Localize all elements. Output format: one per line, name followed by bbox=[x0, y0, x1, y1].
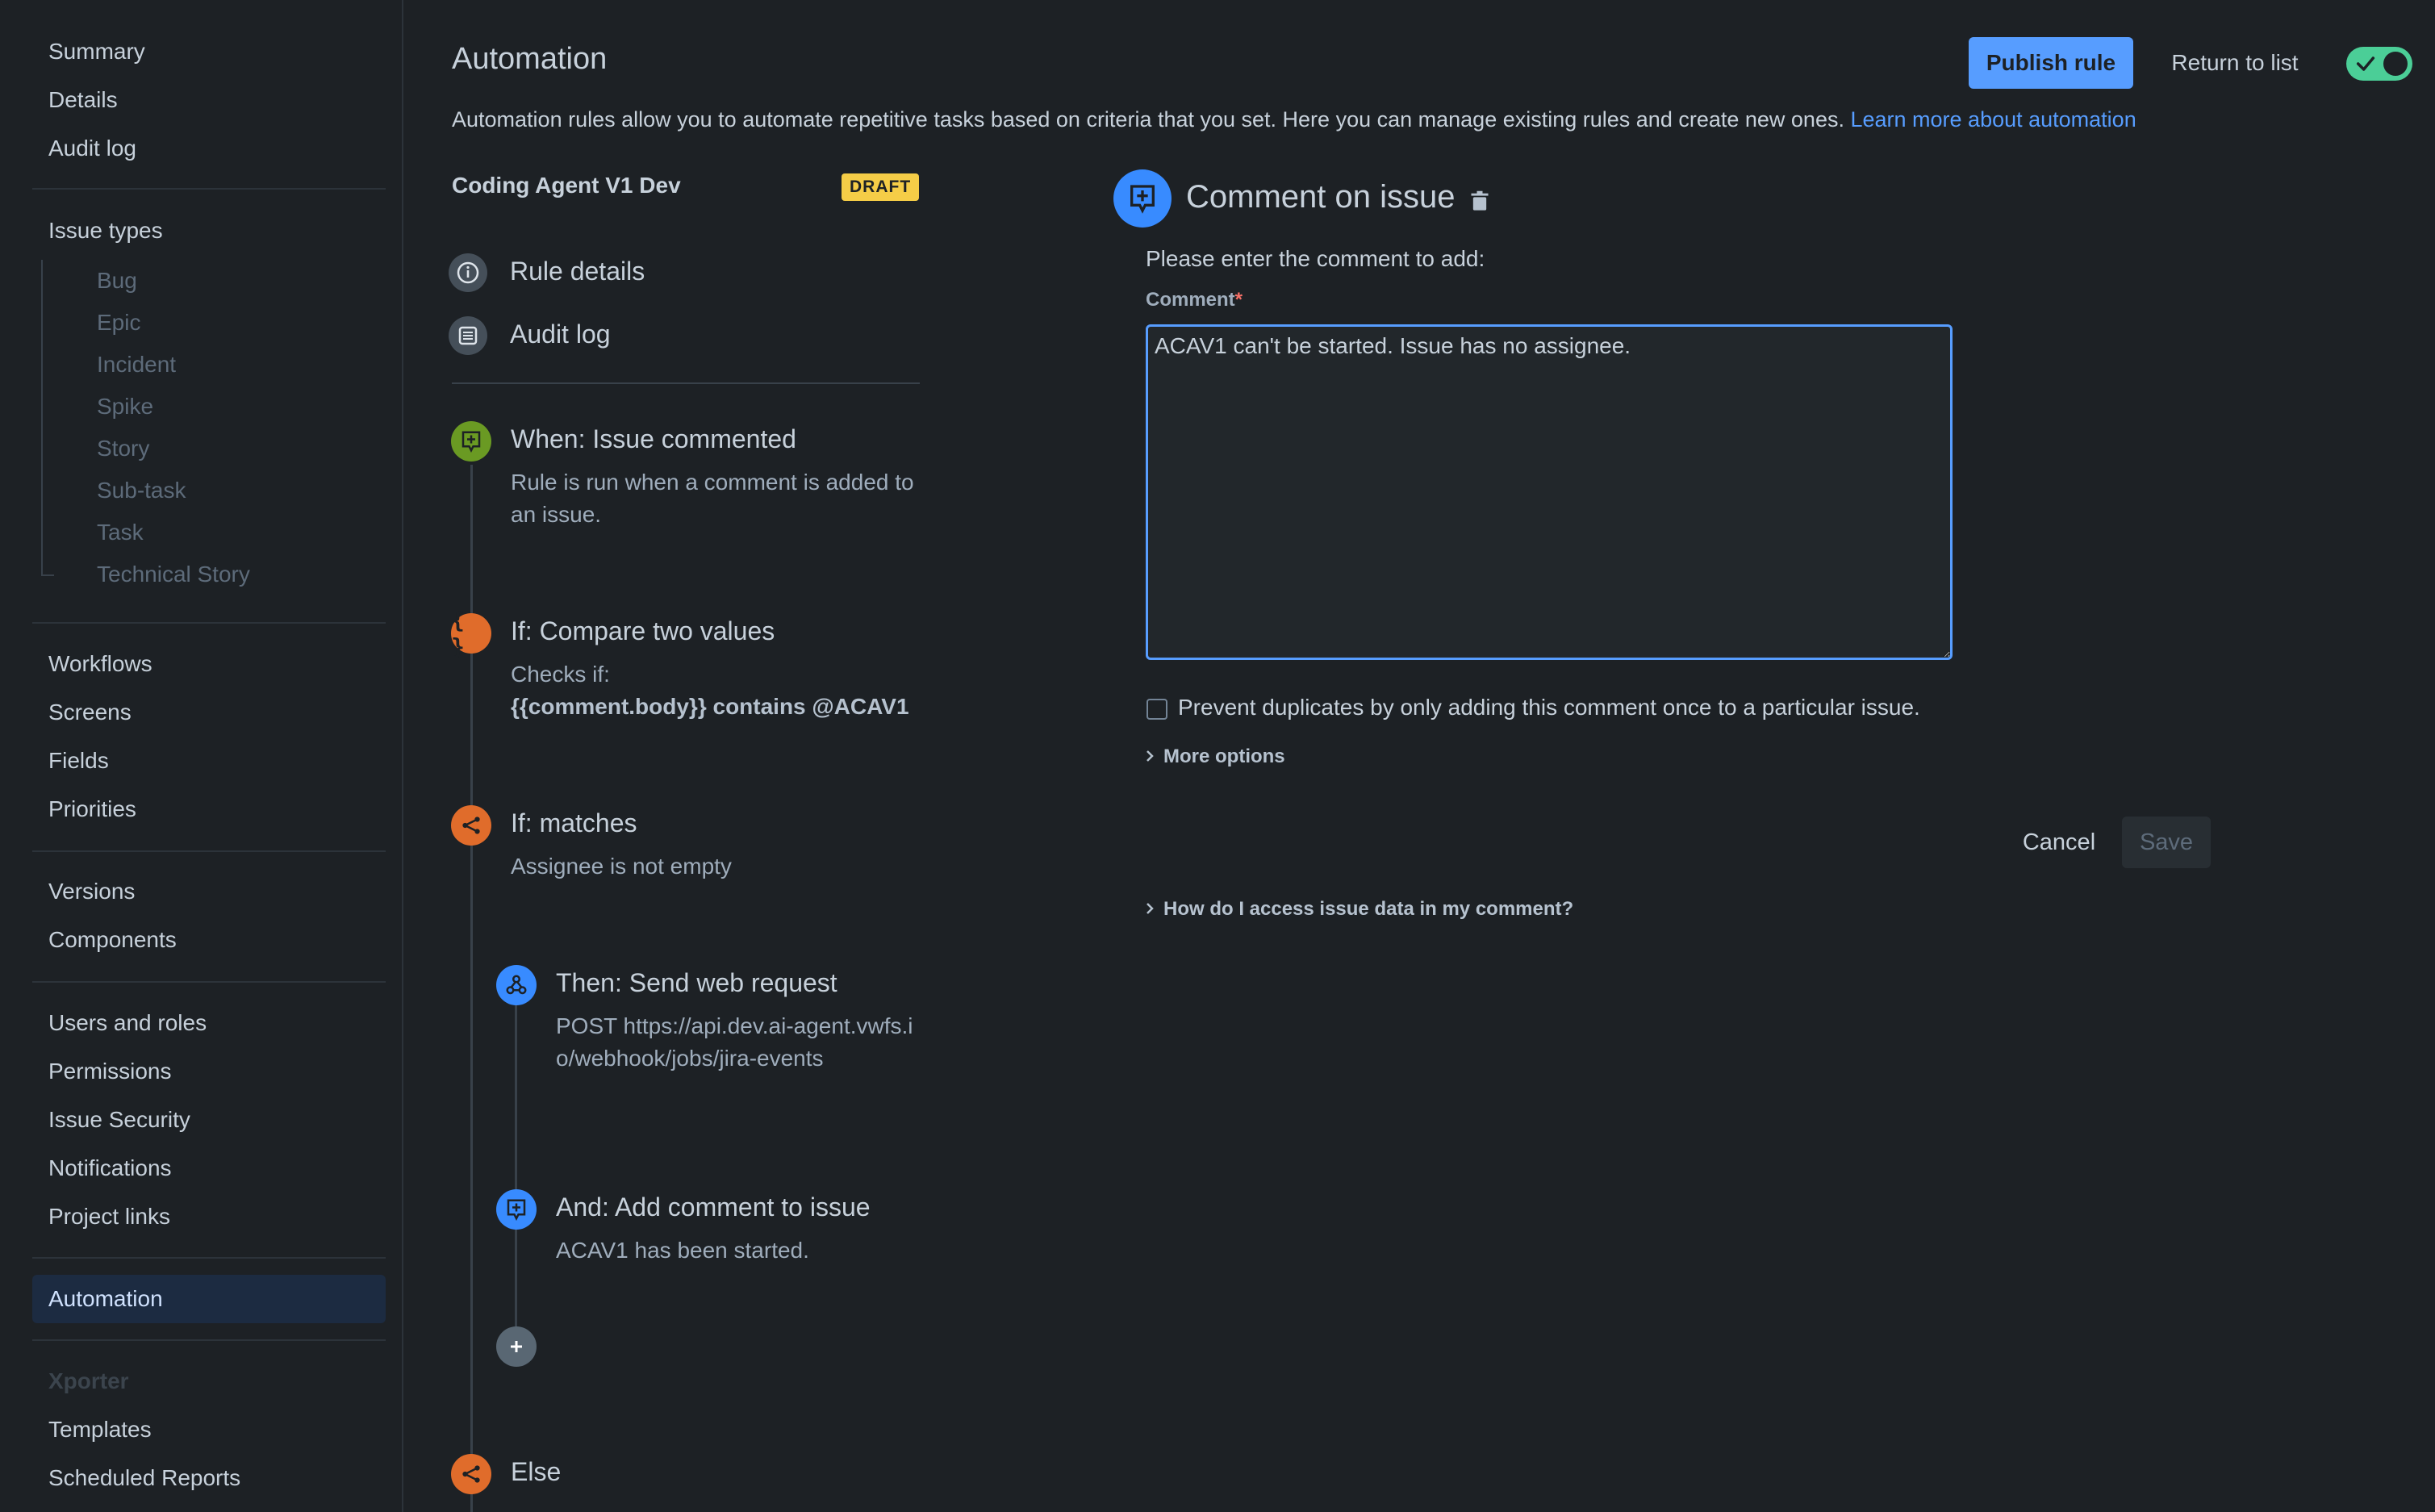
sidebar-item-components[interactable]: Components bbox=[32, 916, 386, 964]
step-title: And: Add comment to issue bbox=[556, 1192, 871, 1222]
step-title: Else bbox=[511, 1457, 562, 1486]
sidebar-issue-type-task[interactable]: Task bbox=[97, 512, 144, 553]
sidebar-divider bbox=[32, 622, 386, 624]
step-condition-expression: {{comment.body}} contains @ACAV1 bbox=[511, 694, 909, 719]
prevent-duplicates-checkbox[interactable] bbox=[1146, 699, 1167, 720]
branch-icon bbox=[451, 1454, 491, 1494]
rule-audit-log-label: Audit log bbox=[510, 320, 611, 349]
comment-trigger-icon bbox=[451, 421, 491, 462]
rule-divider bbox=[452, 382, 920, 384]
sidebar-divider bbox=[32, 981, 386, 983]
rule-details-label: Rule details bbox=[510, 257, 645, 286]
step-title: If: matches bbox=[511, 808, 637, 837]
braces-icon: { } bbox=[451, 607, 491, 660]
else-step[interactable]: Else bbox=[451, 1454, 693, 1502]
comment-field-label: Comment* bbox=[1146, 289, 1243, 311]
comment-prompt: Please enter the comment to add: bbox=[1146, 246, 1485, 271]
webhook-icon bbox=[496, 965, 537, 1005]
chevron-right-icon bbox=[1144, 898, 1155, 921]
comment-icon bbox=[496, 1189, 537, 1230]
page-title: Automation bbox=[452, 42, 608, 76]
info-icon bbox=[449, 253, 487, 292]
publish-rule-button[interactable]: Publish rule bbox=[1969, 37, 2133, 89]
help-link-label: How do I access issue data in my comment… bbox=[1163, 898, 1574, 920]
comment-on-issue-icon bbox=[1113, 169, 1172, 228]
action-step-add-comment[interactable]: And: Add comment to issue ACAV1 has been… bbox=[496, 1189, 932, 1270]
sidebar-item-workflows[interactable]: Workflows bbox=[32, 640, 386, 688]
cancel-button[interactable]: Cancel bbox=[2004, 817, 2114, 868]
sidebar-divider bbox=[32, 188, 386, 190]
sidebar-item-details[interactable]: Details bbox=[32, 76, 386, 124]
required-indicator: * bbox=[1234, 289, 1243, 311]
step-description: Assignee is not empty bbox=[511, 854, 732, 879]
status-badge: DRAFT bbox=[842, 173, 920, 201]
trash-icon[interactable] bbox=[1468, 189, 1491, 213]
list-icon bbox=[449, 316, 487, 355]
description-text: Automation rules allow you to automate r… bbox=[452, 107, 1844, 132]
sidebar-heading-xporter: Xporter bbox=[48, 1368, 129, 1393]
help-access-issue-data-toggle[interactable]: How do I access issue data in my comment… bbox=[1144, 898, 1573, 921]
comment-textarea[interactable]: ACAV1 can't be started. Issue has no ass… bbox=[1146, 324, 1953, 660]
rule-name: Coding Agent V1 Dev bbox=[452, 173, 681, 198]
tree-line bbox=[41, 260, 43, 576]
sidebar-issue-type-spike[interactable]: Spike bbox=[97, 386, 153, 428]
step-title: Then: Send web request bbox=[556, 968, 837, 997]
condition-step-compare[interactable]: { } If: Compare two values Checks if: {{… bbox=[451, 607, 935, 726]
sidebar-issue-type-technical-story[interactable]: Technical Story bbox=[97, 553, 250, 595]
tree-tick bbox=[41, 574, 54, 576]
sidebar-item-audit-log[interactable]: Audit log bbox=[32, 124, 386, 173]
branch-icon bbox=[451, 805, 491, 846]
step-title: If: Compare two values bbox=[511, 616, 775, 645]
page-description: Automation rules allow you to automate r… bbox=[452, 107, 2136, 132]
more-options-label: More options bbox=[1163, 746, 1285, 767]
sidebar-issue-type-epic[interactable]: Epic bbox=[97, 302, 140, 344]
step-description: Rule is run when a comment is added to a… bbox=[511, 470, 914, 527]
sidebar-item-issue-security[interactable]: Issue Security bbox=[32, 1096, 386, 1144]
step-description: Checks if: {{comment.body}} contains @AC… bbox=[511, 658, 946, 723]
step-title: When: Issue commented bbox=[511, 424, 796, 453]
rule-enabled-toggle[interactable] bbox=[2346, 47, 2412, 81]
more-options-toggle[interactable]: More options bbox=[1144, 746, 1285, 768]
condition-step-matches[interactable]: If: matches Assignee is not empty bbox=[451, 805, 935, 886]
prevent-duplicates-label[interactable]: Prevent duplicates by only adding this c… bbox=[1178, 695, 1920, 720]
return-to-list-button[interactable]: Return to list bbox=[2153, 37, 2317, 89]
step-description: ACAV1 has been started. bbox=[556, 1238, 809, 1263]
comment-label-text: Comment bbox=[1146, 289, 1235, 311]
chevron-right-icon bbox=[1144, 746, 1155, 768]
sidebar-item-scheduled-reports[interactable]: Scheduled Reports bbox=[32, 1454, 386, 1502]
sidebar-item-notifications[interactable]: Notifications bbox=[32, 1144, 386, 1192]
sidebar-item-screens[interactable]: Screens bbox=[32, 688, 386, 737]
step-description: POST https://api.dev.ai-agent.vwfs.io/we… bbox=[556, 1013, 913, 1071]
sidebar-item-users-and-roles[interactable]: Users and roles bbox=[32, 999, 386, 1047]
sidebar-item-templates[interactable]: Templates bbox=[32, 1405, 386, 1454]
sidebar-item-permissions[interactable]: Permissions bbox=[32, 1047, 386, 1096]
sidebar-issue-type-sub-task[interactable]: Sub-task bbox=[97, 470, 186, 512]
sidebar-issue-type-bug[interactable]: Bug bbox=[97, 260, 137, 302]
sidebar-divider bbox=[32, 850, 386, 852]
check-icon bbox=[2356, 56, 2375, 71]
sidebar-issue-type-incident[interactable]: Incident bbox=[97, 344, 176, 386]
sidebar-item-summary[interactable]: Summary bbox=[32, 27, 386, 76]
sidebar-divider bbox=[32, 1257, 386, 1259]
sidebar-item-issue-types[interactable]: Issue types bbox=[32, 207, 386, 255]
project-settings-sidebar: Summary Details Audit log Issue types Bu… bbox=[0, 0, 403, 1512]
panel-title: Comment on issue bbox=[1186, 179, 1456, 215]
learn-more-link[interactable]: Learn more about automation bbox=[1850, 107, 2136, 132]
sidebar-item-versions[interactable]: Versions bbox=[32, 867, 386, 916]
trigger-step[interactable]: When: Issue commented Rule is run when a… bbox=[451, 421, 935, 534]
step-description-text: Checks if: bbox=[511, 662, 610, 687]
plus-icon bbox=[496, 1326, 537, 1367]
sidebar-item-automation[interactable]: Automation bbox=[32, 1275, 386, 1323]
save-button[interactable]: Save bbox=[2122, 817, 2211, 868]
sidebar-issue-type-story[interactable]: Story bbox=[97, 428, 149, 470]
add-component-button[interactable] bbox=[496, 1326, 537, 1367]
sidebar-item-project-links[interactable]: Project links bbox=[32, 1192, 386, 1241]
sidebar-divider bbox=[32, 1339, 386, 1341]
action-step-web-request[interactable]: Then: Send web request POST https://api.… bbox=[496, 965, 932, 1110]
toggle-knob bbox=[2383, 52, 2408, 76]
sidebar-item-priorities[interactable]: Priorities bbox=[32, 785, 386, 833]
sidebar-item-fields[interactable]: Fields bbox=[32, 737, 386, 785]
